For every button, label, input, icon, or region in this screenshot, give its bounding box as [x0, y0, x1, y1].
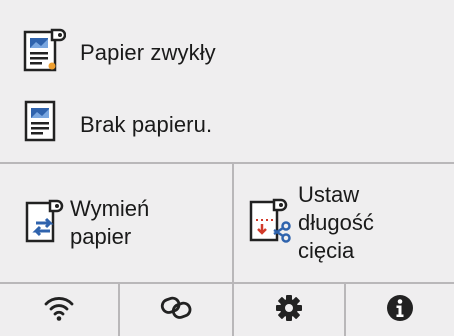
replace-paper-line-1: Wymień — [70, 196, 150, 221]
wifi-icon — [43, 294, 75, 327]
replace-paper-label: Wymień papier — [70, 195, 149, 251]
cut-length-line-2: długość — [298, 210, 374, 235]
link-icon — [159, 294, 193, 327]
gear-icon — [275, 294, 303, 327]
cut-length-line-3: cięcia — [298, 238, 355, 263]
connection-button[interactable] — [120, 284, 232, 336]
replace-paper-button[interactable]: Wymień papier — [0, 164, 232, 282]
cut-length-label: Ustaw długość cięcia — [298, 181, 374, 265]
printer-home-screen: Papier zwykły Brak papieru. Wymień papie… — [0, 0, 454, 336]
sheet-paper-icon — [22, 100, 66, 149]
media-type-label: Papier zwykły — [80, 39, 216, 65]
info-icon — [386, 294, 414, 327]
information-button[interactable] — [346, 284, 454, 336]
roll-paper-icon — [22, 26, 67, 79]
paper-status-label: Brak papieru. — [80, 111, 213, 137]
settings-button[interactable] — [234, 284, 344, 336]
wifi-button[interactable] — [0, 284, 118, 336]
paper-status-row: Brak papieru. — [22, 100, 212, 149]
paper-info-panel[interactable]: Papier zwykły Brak papieru. — [0, 0, 454, 162]
replace-paper-line-2: papier — [70, 224, 132, 249]
media-type-row: Papier zwykły — [22, 26, 216, 79]
cut-length-icon — [248, 196, 294, 251]
set-cut-length-button[interactable]: Ustaw długość cięcia — [234, 164, 454, 282]
cut-length-line-1: Ustaw — [298, 182, 360, 207]
replace-paper-icon — [24, 197, 64, 250]
